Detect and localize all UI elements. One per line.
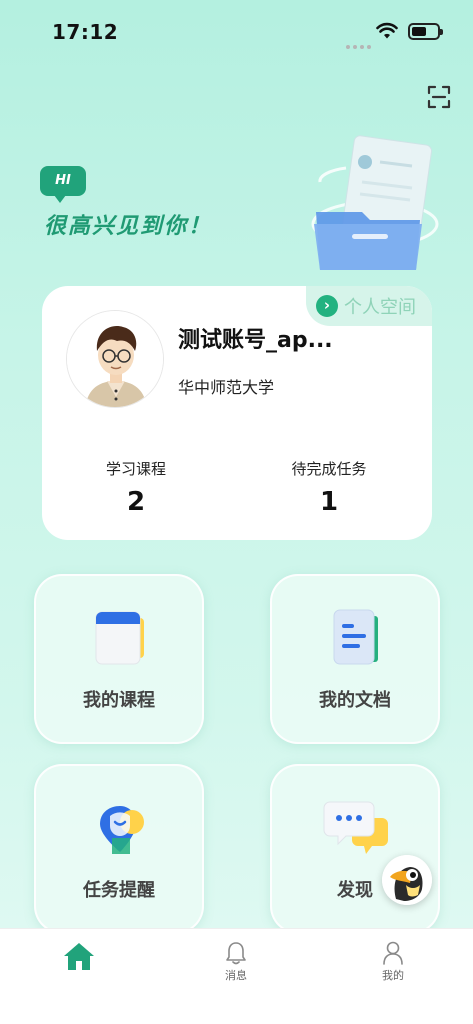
avatar[interactable] <box>66 310 164 408</box>
tab-mine[interactable]: 我的 <box>343 929 443 999</box>
personal-space-label: 个人空间 <box>344 297 416 318</box>
stat-tasks[interactable]: 待完成任务 1 <box>259 458 399 517</box>
bottom-tab-bar: 消息 我的 <box>0 928 473 1024</box>
tab-messages[interactable]: 消息 <box>186 929 286 999</box>
status-bar: 17:12 <box>0 0 473 62</box>
signal-icon <box>346 34 374 53</box>
task-reminder-icon <box>100 806 144 854</box>
certificate-folder-illustration <box>311 135 439 270</box>
bell-icon <box>226 942 246 965</box>
tab-label: 我的 <box>382 969 404 982</box>
tile-my-documents[interactable]: 我的文档 <box>270 574 440 744</box>
tile-task-reminder[interactable]: 任务提醒 <box>34 764 204 934</box>
discover-chat-icon <box>323 801 388 854</box>
scan-icon[interactable] <box>424 82 454 112</box>
tab-label: 消息 <box>225 969 247 982</box>
personal-space-link[interactable]: › 个人空间 <box>316 292 416 320</box>
home-icon <box>64 943 94 970</box>
tile-discover[interactable]: 发现 <box>270 764 440 934</box>
stat-value: 2 <box>126 487 146 517</box>
tab-home[interactable] <box>29 929 129 999</box>
person-icon <box>383 941 403 965</box>
battery-icon <box>408 23 443 40</box>
assistant-toucan-button[interactable] <box>382 855 432 905</box>
stat-label: 学习课程 <box>105 460 166 478</box>
stat-value: 1 <box>319 487 339 517</box>
courses-book-icon <box>95 611 144 665</box>
greeting-text: 很高兴见到你！ <box>44 214 213 239</box>
hi-badge: HI <box>40 166 86 203</box>
tile-my-courses[interactable]: 我的课程 <box>34 574 204 744</box>
school-name: 华中师范大学 <box>178 378 275 397</box>
tile-label: 我的课程 <box>83 690 155 711</box>
stat-label: 待完成任务 <box>291 460 367 478</box>
account-name: 测试账号_ap... <box>178 328 333 353</box>
toucan-icon <box>382 855 432 905</box>
stat-courses[interactable]: 学习课程 2 <box>66 458 206 517</box>
wifi-icon <box>376 22 398 39</box>
tile-label: 任务提醒 <box>83 880 155 901</box>
chevron-right-icon: › <box>316 295 338 317</box>
status-time: 17:12 <box>52 20 119 44</box>
tile-label: 我的文档 <box>319 690 391 711</box>
document-icon <box>333 609 378 665</box>
